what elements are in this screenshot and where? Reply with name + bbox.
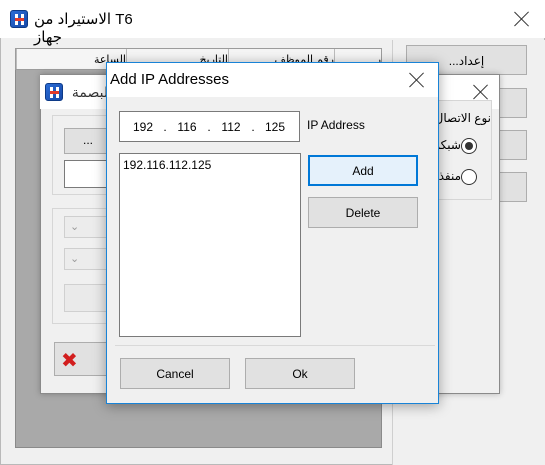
ip-octet-3[interactable]: 112 <box>214 120 248 134</box>
red-x-icon: ✖ <box>61 350 78 372</box>
cancel-button[interactable]: Cancel <box>120 358 230 389</box>
ok-button[interactable]: Ok <box>245 358 355 389</box>
add-ip-dialog-title: Add IP Addresses <box>110 71 229 88</box>
main-title-bar: T6 الاستيراد من جهاز <box>0 0 545 46</box>
main-title: T6 الاستيراد من جهاز <box>34 11 133 46</box>
add-button[interactable]: Add <box>308 155 418 186</box>
ip-dot: . <box>207 120 211 134</box>
chevron-down-icon: ⌄ <box>70 221 80 233</box>
dropdown-1[interactable]: ⌄ <box>64 216 112 238</box>
ip-octet-1[interactable]: 192 <box>126 120 160 134</box>
radio-port[interactable] <box>461 169 477 185</box>
ip-address-label: IP Address <box>307 118 365 132</box>
ip-dot: . <box>251 120 255 134</box>
add-ip-close-icon[interactable] <box>409 72 425 88</box>
ip-address-input[interactable]: 192 . 116 . 112 . 125 <box>119 111 300 142</box>
delete-button[interactable]: Delete <box>308 197 418 228</box>
device-input[interactable] <box>64 160 112 188</box>
ip-octet-2[interactable]: 116 <box>170 120 204 134</box>
radio-network[interactable] <box>461 138 477 154</box>
fingerprint-dialog-close-icon[interactable] <box>473 84 489 100</box>
main-close-icon[interactable] <box>514 11 530 27</box>
ip-dot: . <box>163 120 167 134</box>
ip-octet-4[interactable]: 125 <box>258 120 292 134</box>
app-logo-icon <box>10 10 28 28</box>
divider <box>115 345 435 346</box>
browse-button[interactable]: ... <box>64 128 112 154</box>
app-logo-icon <box>45 83 63 101</box>
dropdown-2[interactable]: ⌄ <box>64 248 112 270</box>
ip-address-list[interactable]: 192.116.112.125 <box>119 153 301 337</box>
radio-network-label: شبكة <box>439 138 461 152</box>
exit-button[interactable]: ✖ <box>54 342 112 376</box>
radio-port-label: منفذ <box>439 169 461 183</box>
list-item[interactable]: 192.116.112.125 <box>123 157 297 173</box>
connection-type-label: نوع الاتصال <box>437 111 491 125</box>
disabled-button[interactable] <box>64 284 112 312</box>
chevron-down-icon: ⌄ <box>70 253 80 265</box>
